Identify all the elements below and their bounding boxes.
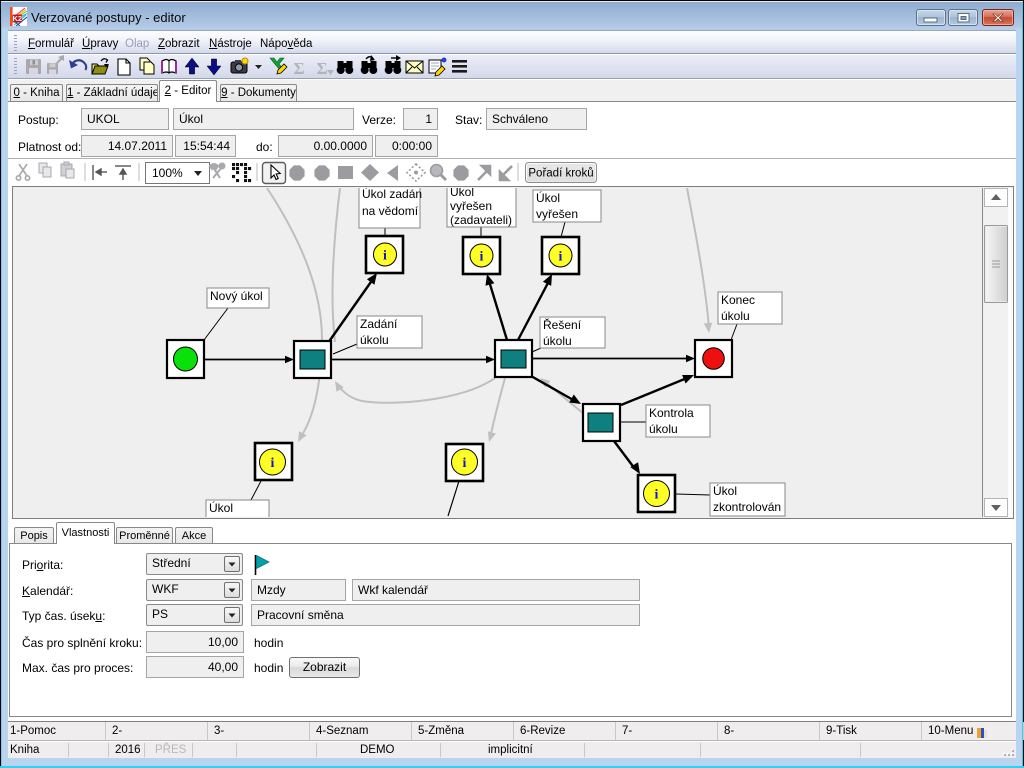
- svg-text:Zadání: Zadání: [360, 317, 398, 331]
- svg-text:Pořadí kroků: Pořadí kroků: [528, 168, 593, 180]
- svg-text:Konec: Konec: [721, 293, 755, 307]
- svg-text:i: i: [655, 488, 659, 503]
- svg-text:100%: 100%: [152, 166, 183, 180]
- svg-text:úkolu: úkolu: [360, 333, 389, 347]
- svg-text:úkolu: úkolu: [721, 309, 750, 323]
- svg-text:na vědomí: na vědomí: [362, 204, 419, 218]
- svg-text:i: i: [383, 249, 387, 264]
- svg-text:i: i: [559, 250, 563, 265]
- svg-text:Nový úkol: Nový úkol: [210, 289, 263, 303]
- svg-text:(zadavateli): (zadavateli): [450, 213, 512, 227]
- svg-text:Kontrola: Kontrola: [649, 406, 694, 420]
- svg-text:Σ: Σ: [316, 59, 327, 78]
- svg-text:vyřešen: vyřešen: [536, 207, 578, 221]
- svg-text:Úkol: Úkol: [536, 190, 560, 205]
- svg-text:úkolu: úkolu: [649, 422, 678, 436]
- svg-text:vyřešen: vyřešen: [450, 199, 492, 213]
- svg-text:Úkol zadán: Úkol zadán: [362, 188, 422, 201]
- svg-text:Úkol: Úkol: [450, 188, 474, 199]
- svg-text:Řešení: Řešení: [543, 317, 582, 332]
- svg-text:Úkol: Úkol: [209, 500, 233, 515]
- svg-text:i: i: [463, 456, 467, 471]
- svg-text:zkontrolován: zkontrolován: [713, 500, 781, 514]
- svg-text:K2: K2: [13, 14, 23, 23]
- svg-text:Σ: Σ: [293, 59, 304, 78]
- svg-text:i: i: [271, 456, 275, 471]
- svg-text:úkolu: úkolu: [543, 334, 572, 348]
- svg-text:Úkol: Úkol: [713, 483, 737, 498]
- svg-text:i: i: [480, 250, 484, 265]
